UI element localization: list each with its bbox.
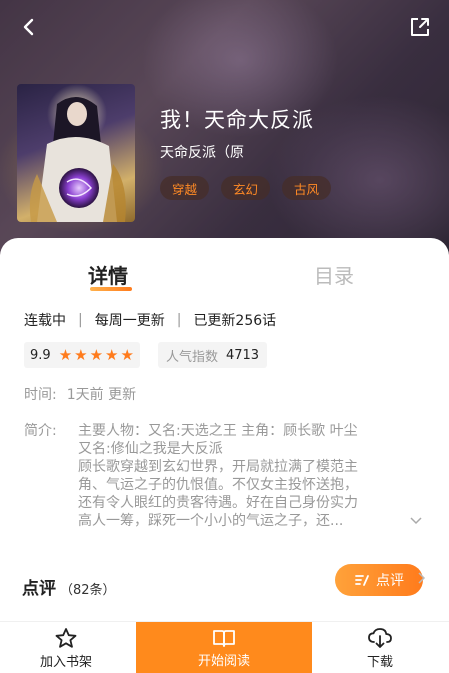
star-icon: ★ xyxy=(120,345,134,364)
book-open-icon xyxy=(213,629,235,647)
book-author[interactable]: 天命反派（原 xyxy=(160,142,244,162)
tag-gufeng[interactable]: 古风 xyxy=(282,176,332,200)
update-time-row: 时间: 1天前 更新 xyxy=(24,384,136,404)
book-cover[interactable] xyxy=(17,84,135,222)
star-icon: ★ xyxy=(105,345,119,364)
chevron-down-icon[interactable] xyxy=(410,512,422,530)
start-reading-button[interactable]: 开始阅读 xyxy=(136,622,312,673)
download-button[interactable]: 下载 xyxy=(336,622,424,673)
tab-detail[interactable]: 详情 xyxy=(88,260,132,291)
review-header: 点评 （82条） xyxy=(22,574,116,599)
synopsis-line: 高人一筹，踩死一个小小的气运之子，还... xyxy=(78,513,344,529)
synopsis-line: 还有令人眼红的贵客待遇。好在自己身份实力 xyxy=(78,495,358,511)
chevron-left-icon xyxy=(23,18,34,36)
star-icon: ★ xyxy=(74,345,88,364)
synopsis-line: 主要人物：又名:天选之王 主角：顾长歌 叶尘 xyxy=(78,423,358,439)
bottom-action-bar: 加入书架 开始阅读 下载 xyxy=(0,621,449,673)
status-row: 连载中 | 每周一更新 | 已更新256话 xyxy=(24,310,276,330)
review-count: （82条） xyxy=(60,583,116,598)
update-schedule: 每周一更新 xyxy=(94,313,165,329)
tag-xuanhuan[interactable]: 玄幻 xyxy=(221,176,271,200)
tab-detail-label: 详情 xyxy=(88,264,128,288)
tab-bar: 详情 目录 xyxy=(0,260,449,291)
write-review-label: 点评 xyxy=(376,573,404,589)
chevron-right-icon[interactable] xyxy=(418,572,426,588)
tab-toc[interactable]: 目录 xyxy=(314,260,354,289)
book-tags: 穿越 玄幻 古风 xyxy=(160,176,332,200)
star-rating: ★ ★ ★ ★ ★ xyxy=(58,345,134,364)
detail-panel: 详情 目录 连载中 | 每周一更新 | 已更新256话 9.9 ★ ★ ★ ★ … xyxy=(0,238,449,621)
download-label: 下载 xyxy=(366,654,393,670)
star-icon: ★ xyxy=(89,345,104,364)
add-to-shelf-label: 加入书架 xyxy=(39,654,92,670)
add-to-shelf-button[interactable]: 加入书架 xyxy=(20,622,112,673)
synopsis[interactable]: 简介: 主要人物：又名:天选之王 主角：顾长歌 叶尘 又名:修仙之我是大反派 顾… xyxy=(24,422,432,530)
rating-score: 9.9 xyxy=(30,347,51,363)
review-title: 点评 xyxy=(22,579,56,599)
edit-icon xyxy=(355,575,369,586)
divider: | xyxy=(78,312,83,328)
cloud-download-icon xyxy=(368,627,392,648)
synopsis-label: 简介: xyxy=(24,423,57,439)
synopsis-line: 顾长歌穿越到玄幻世界，开局就拉满了模范主 xyxy=(78,459,358,475)
tag-chuanyue[interactable]: 穿越 xyxy=(160,176,210,200)
rating-row: 9.9 ★ ★ ★ ★ ★ 人气指数 4713 xyxy=(24,342,268,368)
star-outline-icon xyxy=(55,627,77,648)
active-tab-indicator xyxy=(90,287,132,291)
chapter-count: 已更新256话 xyxy=(193,313,277,329)
rating-box: 9.9 ★ ★ ★ ★ ★ xyxy=(24,342,140,368)
book-title: 我！天命大反派 xyxy=(160,108,314,132)
synopsis-line: 角、气运之子的仇恨值。不仅女主投怀送抱， xyxy=(78,477,358,493)
divider: | xyxy=(176,312,182,328)
serial-status: 连载中 xyxy=(24,313,66,329)
share-icon xyxy=(411,18,429,36)
back-button[interactable] xyxy=(14,12,44,42)
write-review-button[interactable]: 点评 xyxy=(335,564,423,596)
cover-illustration xyxy=(29,84,126,222)
synopsis-text: 主要人物：又名:天选之王 主角：顾长歌 叶尘 又名:修仙之我是大反派 顾长歌穿越… xyxy=(78,422,428,530)
time-label: 时间: xyxy=(24,387,57,403)
share-button[interactable] xyxy=(405,12,435,42)
popularity-label: 人气指数 xyxy=(165,349,218,365)
popularity-value: 4713 xyxy=(225,347,260,363)
star-icon: ★ xyxy=(58,345,73,364)
synopsis-line: 又名:修仙之我是大反派 xyxy=(78,441,223,457)
start-reading-label: 开始阅读 xyxy=(197,653,250,669)
popularity-box: 人气指数 4713 xyxy=(157,342,268,368)
time-value: 1天前 更新 xyxy=(66,387,137,403)
